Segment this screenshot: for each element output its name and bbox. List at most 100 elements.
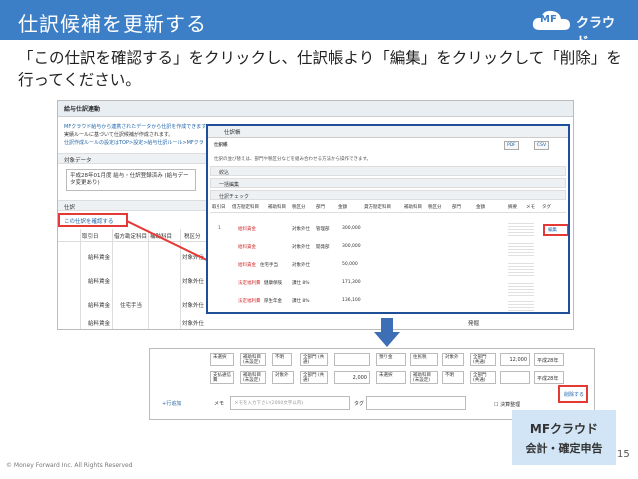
col-header: 貸方勘定科目 [364,205,391,210]
dept-select[interactable]: 全部門 (共通) [470,353,496,366]
filter-section[interactable]: 絞込 [210,166,566,176]
page-number: 15 [617,449,630,460]
tax-cell: 対象外仕 [292,245,310,250]
edit-label: 編集 [548,228,557,233]
target-data-select[interactable]: 平成28年01月度 給与・仕訳登録済み (給与データ変更あり) [66,169,196,191]
col-header: タグ [542,205,551,210]
bulk-edit-label: 一括編集 [219,182,240,188]
col-header: 補助科目 [268,205,286,210]
popup-header: 仕訳帳 [208,126,568,138]
col-header: 金額 [338,205,347,210]
dept-cell: 管理部 [316,227,330,232]
check-label: 仕訳チェック [219,194,250,200]
col-header: 補助科目 [404,205,422,210]
sub-account-select[interactable]: 補助科目 (未設定) [240,371,266,384]
sub-account-select[interactable]: 補助科目 (未設定) [240,353,266,366]
grid-cell: 給料賃金 [88,321,111,327]
memo-input[interactable]: メモを入力下さい(2000文字以内) [230,396,350,410]
settled-label: 決算整理 [500,402,521,408]
grid-header: 取引日 [82,234,99,240]
dept-select[interactable]: 全部門 (共通) [300,371,328,384]
grid-cell: 対象外仕 [182,303,205,309]
section-label: 仕訳 [64,205,76,211]
popup-title: 仕訳帳 [224,130,241,136]
tax-select[interactable]: 不明 [272,353,292,366]
col-header: 部門 [452,205,461,210]
memo-placeholder [508,222,534,236]
debit-account: 給料賃金 [238,263,256,268]
col-header: 摘要 [508,205,517,210]
add-row-link[interactable]: +行追加 [162,400,181,407]
dept-select[interactable]: 全部門 (共通) [470,371,496,384]
tax-select[interactable]: 対象外 [442,353,464,366]
grid-cell: 給料賃金 [88,279,111,285]
sub-account: 健康保険 [264,281,282,286]
tax-cell: 課仕 8% [292,299,310,304]
col-header: 取引日 [212,205,226,210]
sub-account: 住宅手当 [260,263,278,268]
pdf-button[interactable]: PDF [504,141,519,150]
divider [58,241,218,242]
amount-cell: 50,000 [342,262,358,267]
memo-placeholder [508,282,534,296]
section-label: 対象データ [64,158,92,164]
grid-cell: 対象外仕 [182,279,205,285]
edit-button[interactable]: 編集 [543,224,568,236]
date-input[interactable]: 平成28年 [534,353,564,366]
sub-account: 厚生年金 [264,299,282,304]
col-header: 金額 [476,205,485,210]
badge-line1: MFクラウド [529,422,599,436]
grid-cell: 給料賃金 [88,255,111,261]
delete-label: 削除する [564,392,585,398]
col-header: 借方勘定科目 [232,205,259,210]
desc-line: 仕訳作成ルールの設定はTOP>設定>給与仕訳ルール>MFクラ [64,140,204,146]
grid-cell: 対象外仕 [182,321,205,327]
date-input[interactable]: 平成28年 [534,371,564,384]
date-cell: 1 [218,226,221,231]
settled-checkbox[interactable]: ☐ 決算整理 [494,401,520,408]
memo-placeholder [508,300,534,312]
filter-label: 絞込 [219,170,230,176]
debit-account: 法定福利費 [238,299,261,304]
amount-input[interactable] [500,371,530,384]
popup-note: 仕訳の並び替えは、部門や税区分などを組み合わせる方法から操作できます。 [214,157,372,162]
popup-subheader: 仕訳帳 [214,143,228,148]
debit-account-select[interactable]: 支払通信費 [210,371,234,384]
amount-input[interactable]: 2,000 [334,371,370,384]
copyright: © Money Forward Inc. All Rights Reserved [6,462,133,469]
tag-input[interactable] [366,396,466,410]
desc-line: MFクラウド給与から連携されたデータから仕訳を作成できます。 [64,124,211,130]
section-target: 対象データ [58,153,223,164]
logo-mf: MF [540,14,557,25]
desc-line: 実績ルールに基づいて仕訳候補が作成されます。 [64,132,174,138]
check-section[interactable]: 仕訳チェック [210,190,566,200]
tax-cell: 対象外仕 [292,263,310,268]
panel-title: 給与仕訳連動 [64,106,101,113]
csv-button[interactable]: CSV [534,141,550,150]
credit-account-select[interactable]: 未選択 [376,371,406,384]
grid-cell: 住宅手当 [120,303,143,309]
credit-account-select[interactable]: 預り金 [376,353,406,366]
col-header: 税区分 [292,205,306,210]
tax-select[interactable]: 対象外 [272,371,294,384]
divider [80,229,81,329]
confirm-journal-link[interactable]: この仕訳を確認する [58,213,128,227]
divider [210,212,566,213]
dept-cell: 開発部 [316,245,330,250]
grid-header: 借方勘定科目 [114,234,148,240]
delete-button[interactable]: 削除する [558,385,588,403]
section-journal: 仕訳 [58,200,223,211]
debit-account: 給料賃金 [238,227,256,232]
col-header: 部門 [316,205,325,210]
sub-account-select[interactable]: 住民税 [410,353,438,366]
tax-select[interactable]: 不明 [442,371,464,384]
amount-cell: 300,000 [342,226,361,231]
confirm-journal-label: この仕訳を確認する [64,219,114,225]
tax-select[interactable]: 未選択 [210,353,234,366]
bulk-edit-section[interactable]: 一括編集 [210,178,566,188]
dept-select[interactable]: 全部門 (共通) [300,353,328,366]
sub-account-select[interactable]: 補助科目 (未設定) [410,371,438,384]
col-header: メモ [526,205,535,210]
amount-input[interactable]: 12,000 [500,353,530,366]
amount-input[interactable] [334,353,370,366]
